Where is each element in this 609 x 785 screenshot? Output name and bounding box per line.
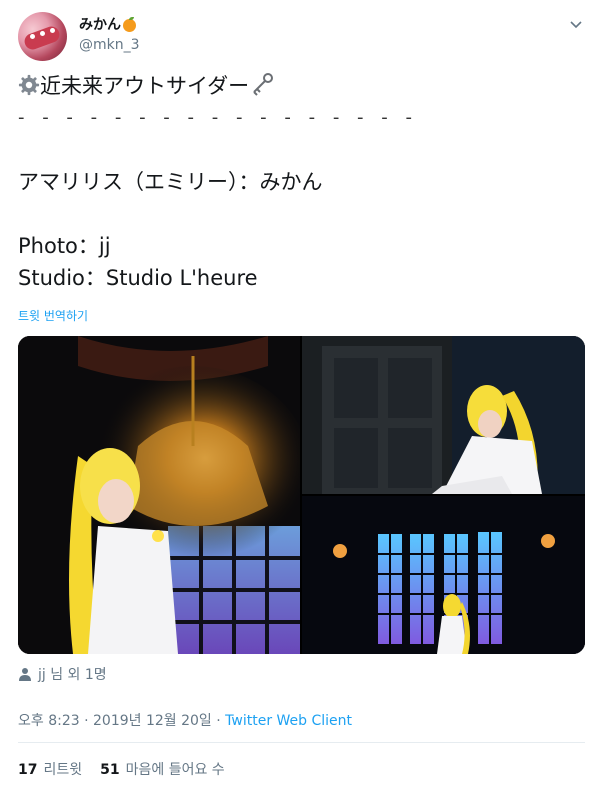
tweet: みかん @mkn_3 近未来アウトサイダー - - - - - - - - - … [0,0,609,785]
tweet-line-photo: Photo：jj [18,234,111,258]
timestamp-text[interactable]: 오후 8:23 · 2019년 12월 20일 · [18,713,225,729]
retweets-count: 17 [18,762,38,778]
tagged-users[interactable]: jj 님 외 1명 [18,664,107,684]
author-names: みかん @mkn_3 [79,16,140,54]
person-icon [19,668,31,681]
client-link[interactable]: Twitter Web Client [225,713,352,729]
tagged-label: jj 님 외 1명 [38,667,107,683]
gear-icon [18,74,40,96]
media-photo-2[interactable] [302,336,585,494]
tweet-line-studio: Studio：Studio L'heure [18,266,258,290]
tweet-stats: 17 리트윗 51 마음에 들어요 수 [18,759,225,779]
display-name[interactable]: みかん [79,16,140,34]
translate-link[interactable]: 트윗 번역하기 [18,307,88,324]
media-photo-3[interactable] [302,496,585,654]
divider [18,742,585,743]
key-icon [253,73,274,96]
likes-label: 마음에 들어요 수 [125,762,225,778]
chevron-down-icon[interactable] [567,16,585,34]
media-grid [18,336,585,654]
retweets-label: 리트윗 [43,762,83,778]
avatar[interactable] [18,12,67,61]
retweets-stat[interactable]: 17 리트윗 [18,759,82,779]
tweet-text: 近未来アウトサイダー - - - - - - - - - - - - - - -… [18,70,591,294]
display-name-text: みかん [79,17,121,33]
handle[interactable]: @mkn_3 [79,36,140,54]
tweet-line-character: アマリリス（エミリー）：みかん [18,170,323,194]
tweet-title-text: 近未来アウトサイダー [40,74,250,98]
tweet-timestamp: 오후 8:23 · 2019년 12월 20일 · Twitter Web Cl… [18,710,352,730]
likes-stat[interactable]: 51 마음에 들어요 수 [100,759,225,779]
likes-count: 51 [100,762,120,778]
tweet-header: みかん @mkn_3 [18,12,591,62]
orange-emoji-icon [123,16,136,32]
media-photo-1[interactable] [18,336,300,654]
tweet-line-divider: - - - - - - - - - - - - - - - - - [18,107,418,128]
tweet-line-title: 近未来アウトサイダー [18,70,591,102]
